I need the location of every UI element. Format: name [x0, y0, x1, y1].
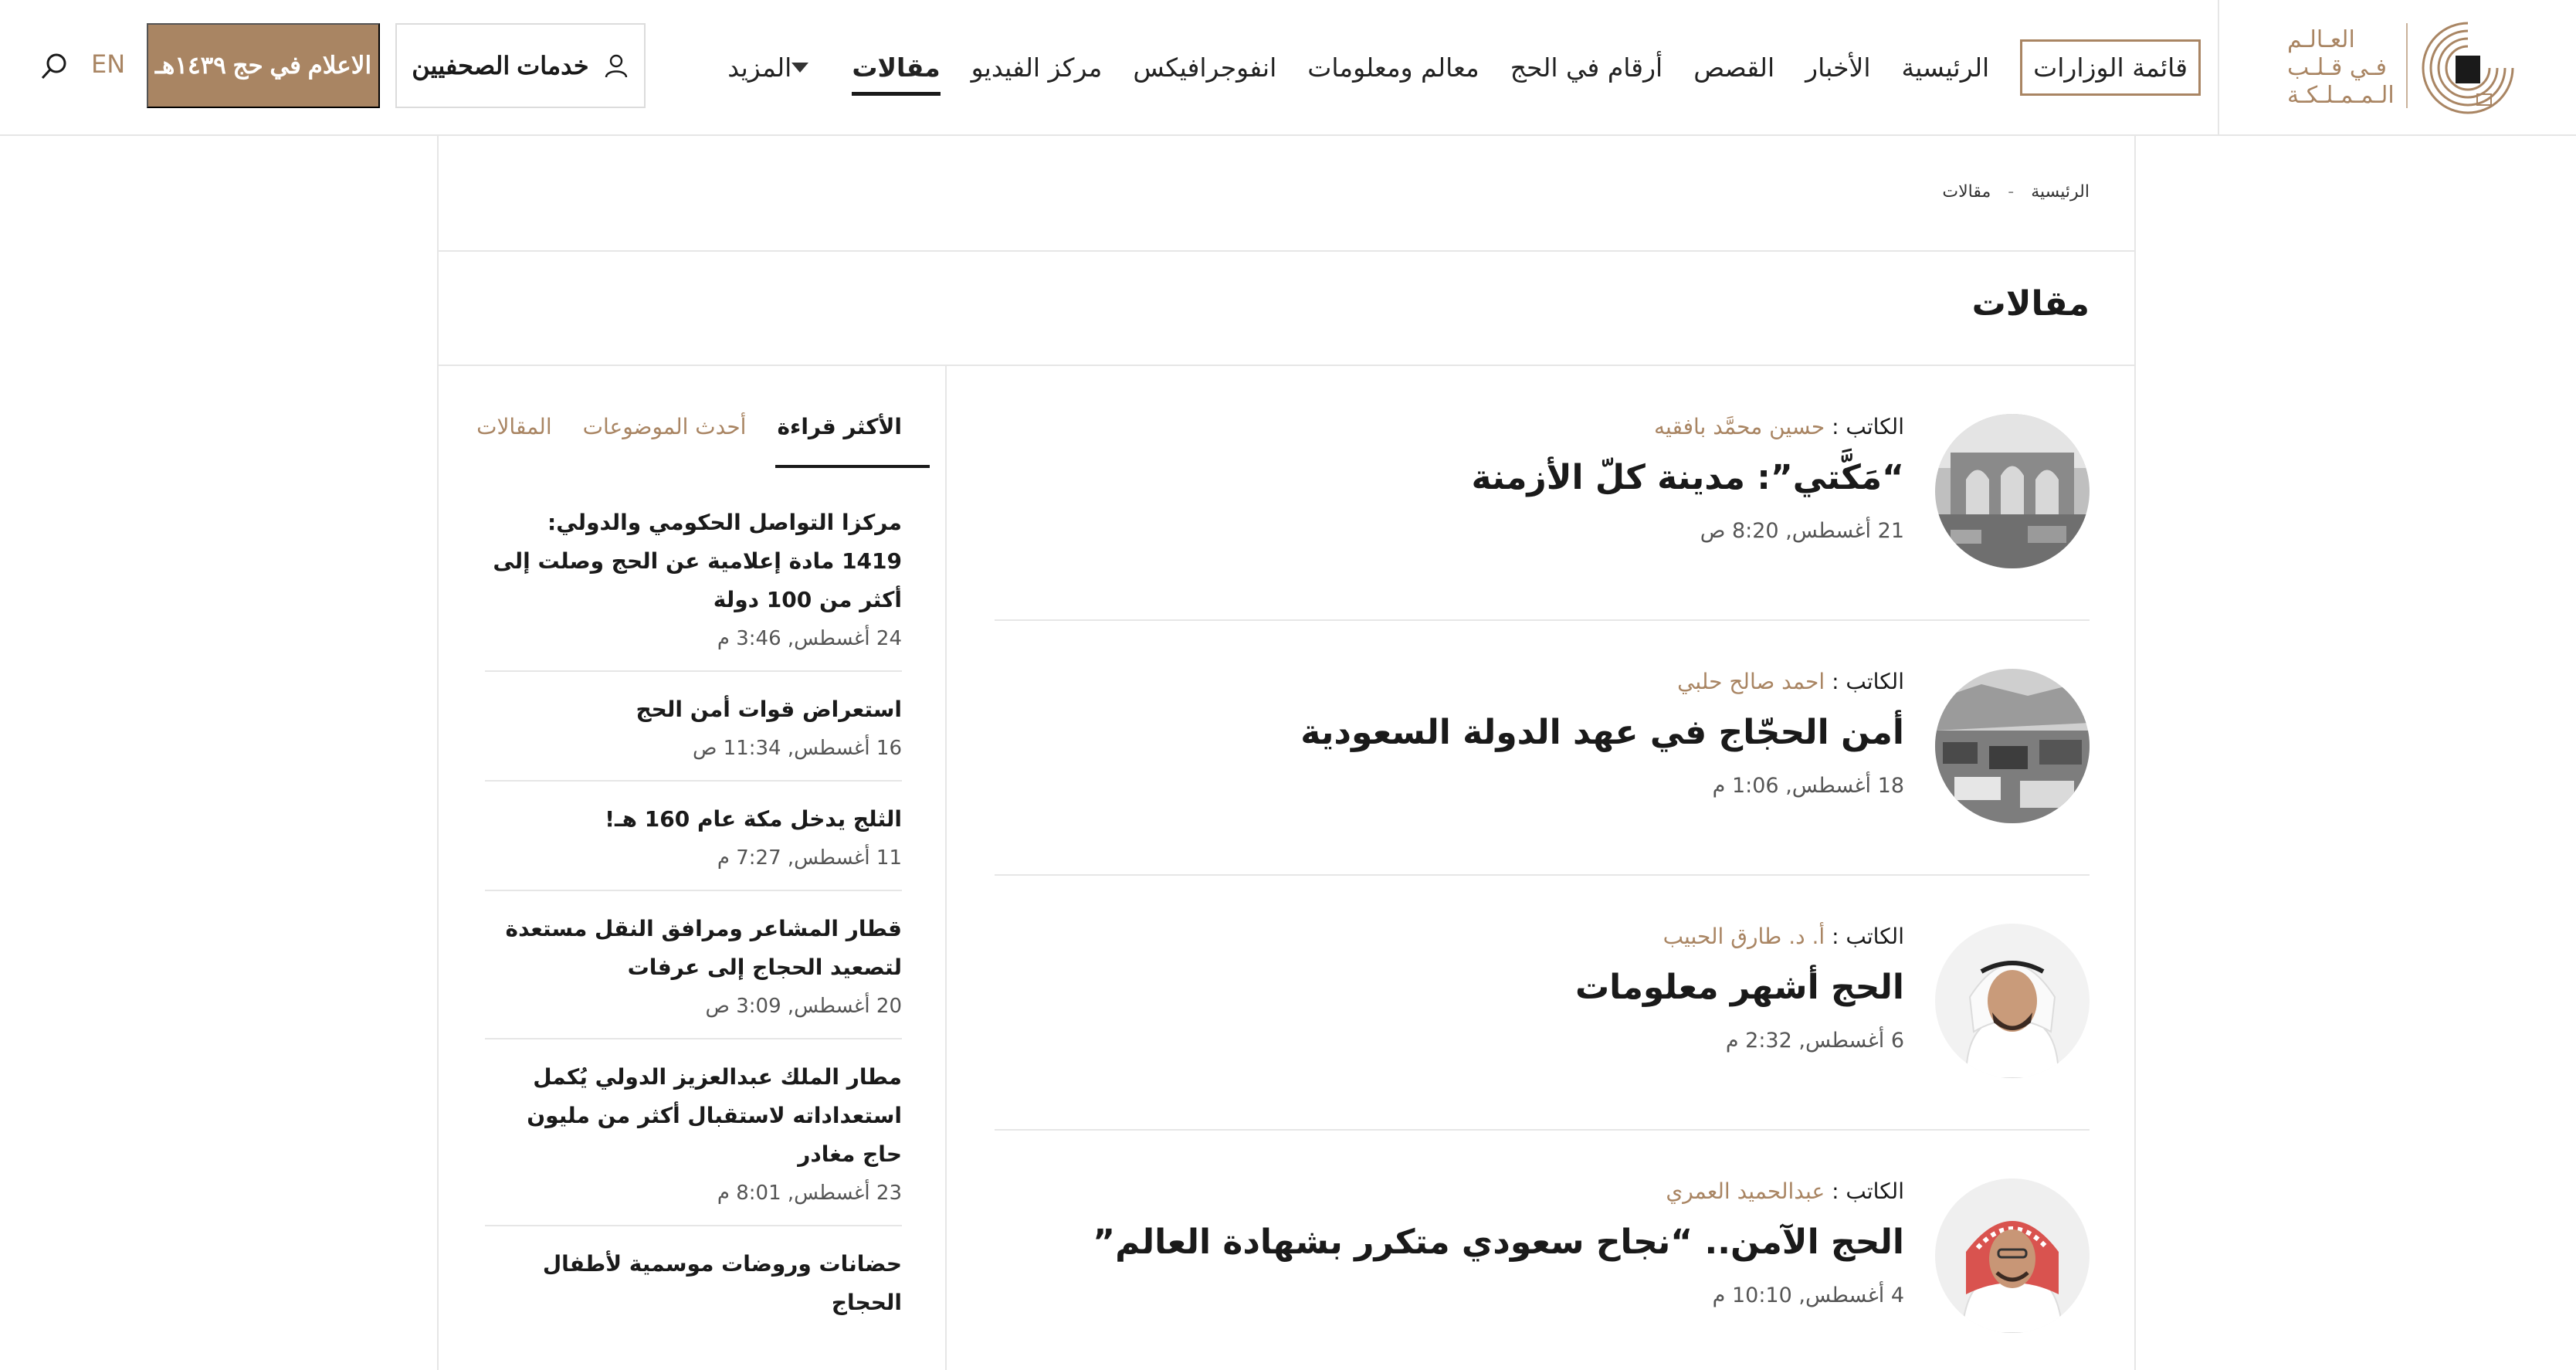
article-body: الكاتب : عبدالحميد العمري الحج الآمن.. “…	[1093, 1178, 1904, 1307]
tab-articles[interactable]: المقالات	[476, 414, 552, 468]
nav-item-articles[interactable]: مقالات	[836, 0, 955, 134]
author-link[interactable]: حسين محمَّد بافقيه	[1654, 414, 1825, 439]
article-card[interactable]: الكاتب : احمد صالح حلبي أمن الحجّاج في ع…	[995, 621, 2090, 876]
old-city-photo-icon	[1935, 414, 2090, 568]
nav-item-stories[interactable]: القصص	[1678, 0, 1790, 134]
nav-item-landmarks[interactable]: معالم ومعلومات	[1292, 0, 1494, 134]
nav-item-infographics[interactable]: انفوجرافيكس	[1117, 0, 1292, 134]
hajj-media-button[interactable]: الاعلام في حج ١٤٣٩هـ	[147, 23, 380, 108]
breadcrumb-separator: -	[2008, 182, 2015, 202]
article-date: 4 أغسطس, 10:10 م	[1712, 1284, 1904, 1307]
most-read-list: مركزا التواصل الحكومي والدولي: 1419 مادة…	[485, 485, 902, 1342]
article-card[interactable]: الكاتب : عبدالحميد العمري الحج الآمن.. “…	[995, 1131, 2090, 1370]
column-divider	[945, 366, 947, 1370]
breadcrumb-current: مقالات	[1942, 182, 1991, 202]
divider	[439, 250, 2134, 252]
nav-item-video-center[interactable]: مركز الفيديو	[956, 0, 1118, 134]
article-body: الكاتب : احمد صالح حلبي أمن الحجّاج في ع…	[1300, 669, 1904, 798]
logo-line: العـالـم	[2287, 26, 2355, 53]
logo-line: الـمـمـلـكـة	[2287, 82, 2395, 109]
article-thumbnail[interactable]	[1935, 414, 2090, 568]
logo-mark-icon	[2422, 22, 2514, 114]
article-date: 21 أغسطس, 8:20 ص	[1700, 519, 1904, 543]
list-item-title[interactable]: مركزا التواصل الحكومي والدولي: 1419 مادة…	[485, 504, 902, 619]
article-date: 18 أغسطس, 1:06 م	[1712, 774, 1904, 798]
nav-item-hajj-numbers[interactable]: أرقام في الحج	[1495, 0, 1678, 134]
article-thumbnail[interactable]	[1935, 1178, 2090, 1333]
caret-down-icon	[791, 62, 809, 73]
list-item-title[interactable]: الثلج يدخل مكة عام 160 هـ!	[485, 800, 902, 839]
list-item[interactable]: استعراض قوات أمن الحج 16 أغسطس, 11:34 ص	[485, 672, 902, 782]
nav-item-news[interactable]: الأخبار	[1790, 0, 1886, 134]
user-icon	[605, 54, 627, 78]
logo-divider	[2406, 23, 2408, 108]
language-switch[interactable]: EN	[91, 49, 125, 79]
author-link[interactable]: أ. د. طارق الحبيب	[1663, 924, 1825, 949]
writer-label: الكاتب :	[1832, 1178, 1904, 1204]
list-item-date: 24 أغسطس, 3:46 م	[717, 627, 902, 650]
author-portrait-icon	[1935, 1178, 2090, 1333]
main-content: الرئيسية - مقالات مقالات الكاتب: حسين م…	[437, 136, 2136, 1370]
logo-wordmark: العـالـم فـي قـلـب الـمـمـلـكـة	[2287, 26, 2403, 110]
list-item-title[interactable]: حضانات وروضات موسمية لأطفال الحجاج	[485, 1245, 902, 1322]
journalist-services-label: خدمات الصحفيين	[412, 52, 589, 80]
page-title: مقالات	[1971, 284, 2090, 324]
writer-label: الكاتب :	[1832, 924, 1904, 949]
articles-list: الكاتب : حسين محمَّد بافقيه “مَكَّتي”: م…	[995, 366, 2090, 1370]
article-card[interactable]: الكاتب : أ. د. طارق الحبيب الحج أشهر معل…	[995, 876, 2090, 1131]
article-title[interactable]: أمن الحجّاج في عهد الدولة السعودية	[1300, 713, 1904, 752]
list-item[interactable]: مركزا التواصل الحكومي والدولي: 1419 مادة…	[485, 485, 902, 672]
article-author-line: الكاتب : احمد صالح حلبي	[1300, 669, 1904, 694]
article-author-line: الكاتب : عبدالحميد العمري	[1093, 1178, 1904, 1204]
list-item-date: 20 أغسطس, 3:09 ص	[705, 995, 902, 1018]
writer-label: الكاتب :	[1832, 669, 1904, 694]
article-title[interactable]: الحج الآمن.. “نجاح سعودي متكرر بشهادة ال…	[1093, 1222, 1904, 1262]
list-item[interactable]: الثلج يدخل مكة عام 160 هـ! 11 أغسطس, 7:2…	[485, 782, 902, 891]
list-item[interactable]: حضانات وروضات موسمية لأطفال الحجاج	[485, 1226, 902, 1342]
journalist-services-button[interactable]: خدمات الصحفيين	[395, 23, 646, 108]
main-nav: قائمة الوزارات الرئيسية الأخبار القصص أر…	[712, 0, 2216, 134]
list-item[interactable]: مطار الملك عبدالعزيز الدولي يُكمل استعدا…	[485, 1039, 902, 1226]
vintage-crowd-photo-icon	[1935, 669, 2090, 823]
author-portrait-icon	[1935, 924, 2090, 1078]
article-title[interactable]: “مَكَّتي”: مدينة كلّ الأزمنة	[1472, 458, 1904, 497]
article-author-line: الكاتب : أ. د. طارق الحبيب	[1575, 924, 1904, 949]
sidebar: الأكثر قراءة أحدث الموضوعات المقالات مرك…	[476, 366, 930, 1342]
list-item-date: 16 أغسطس, 11:34 ص	[692, 737, 902, 760]
list-item-title[interactable]: قطار المشاعر ومرافق النقل مستعدة لتصعيد …	[485, 910, 902, 987]
breadcrumb: الرئيسية - مقالات	[1942, 182, 2090, 202]
author-link[interactable]: عبدالحميد العمري	[1666, 1178, 1825, 1204]
article-body: الكاتب : حسين محمَّد بافقيه “مَكَّتي”: م…	[1472, 414, 1904, 543]
tab-most-read[interactable]: الأكثر قراءة	[775, 414, 930, 468]
list-item-title[interactable]: استعراض قوات أمن الحج	[485, 690, 902, 729]
site-logo[interactable]: العـالـم فـي قـلـب الـمـمـلـكـة	[2218, 0, 2576, 134]
nav-item-home[interactable]: الرئيسية	[1886, 0, 2005, 134]
article-body: الكاتب : أ. د. طارق الحبيب الحج أشهر معل…	[1575, 924, 1904, 1053]
search-icon[interactable]	[39, 51, 69, 82]
article-thumbnail[interactable]	[1935, 924, 2090, 1078]
list-item[interactable]: قطار المشاعر ومرافق النقل مستعدة لتصعيد …	[485, 891, 902, 1039]
article-author-line: الكاتب : حسين محمَّد بافقيه	[1472, 414, 1904, 439]
logo-line: فـي قـلـب	[2287, 54, 2387, 81]
breadcrumb-home[interactable]: الرئيسية	[2031, 182, 2090, 202]
nav-more-label: المزيد	[727, 52, 792, 83]
list-item-date: 23 أغسطس, 8:01 م	[717, 1182, 902, 1205]
nav-item-ministries[interactable]: قائمة الوزارات	[2005, 0, 2216, 134]
article-thumbnail[interactable]	[1935, 669, 2090, 823]
site-header: العـالـم فـي قـلـب الـمـمـلـكـة قائمة ال…	[0, 0, 2576, 136]
nav-item-more[interactable]: المزيد	[712, 0, 836, 134]
list-item-date: 11 أغسطس, 7:27 م	[717, 846, 902, 870]
article-title[interactable]: الحج أشهر معلومات	[1575, 968, 1904, 1007]
article-card[interactable]: الكاتب : حسين محمَّد بافقيه “مَكَّتي”: م…	[995, 366, 2090, 621]
writer-label: الكاتب :	[1832, 414, 1904, 439]
author-link[interactable]: احمد صالح حلبي	[1677, 669, 1825, 694]
tab-latest-topics[interactable]: أحدث الموضوعات	[583, 414, 747, 468]
sidebar-tabs: الأكثر قراءة أحدث الموضوعات المقالات	[476, 366, 930, 468]
list-item-title[interactable]: مطار الملك عبدالعزيز الدولي يُكمل استعدا…	[485, 1058, 902, 1174]
article-date: 6 أغسطس, 2:32 م	[1725, 1029, 1904, 1053]
